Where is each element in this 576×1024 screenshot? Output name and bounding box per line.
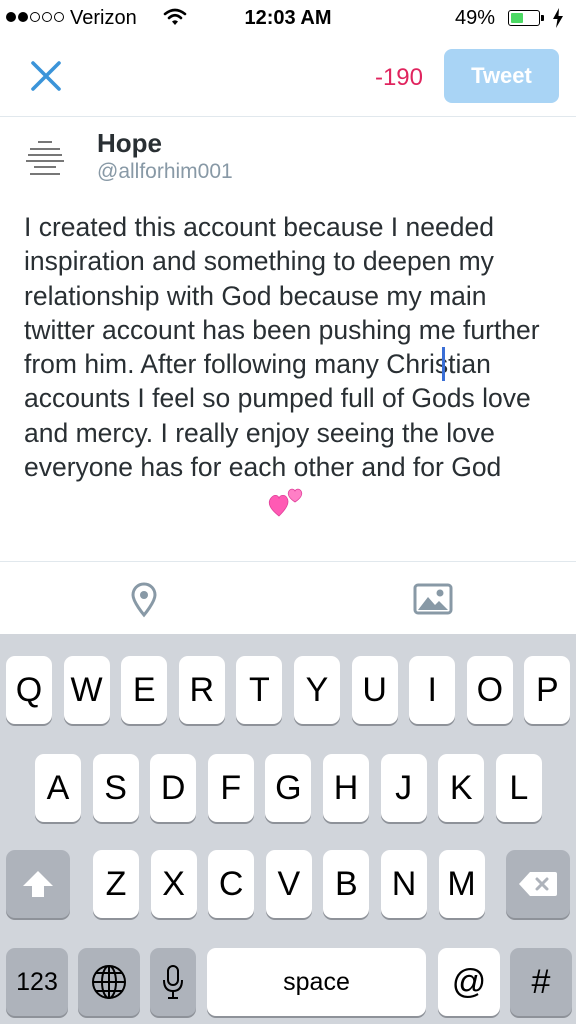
- key-z[interactable]: Z: [93, 850, 139, 918]
- status-bar: Verizon 12:03 AM 49%: [0, 0, 576, 36]
- key-b[interactable]: B: [323, 850, 370, 918]
- key-w[interactable]: W: [63, 656, 110, 724]
- key-d[interactable]: D: [150, 754, 197, 822]
- key-x[interactable]: X: [150, 850, 197, 918]
- key-g[interactable]: G: [265, 754, 312, 822]
- key-j[interactable]: J: [380, 754, 427, 822]
- key-t[interactable]: T: [236, 656, 283, 724]
- key-v[interactable]: V: [265, 850, 312, 918]
- key-q[interactable]: Q: [6, 656, 52, 724]
- delete-key[interactable]: [506, 850, 570, 918]
- key-f[interactable]: F: [207, 754, 254, 822]
- key-h[interactable]: H: [323, 754, 369, 822]
- two-hearts-emoji: [268, 485, 304, 519]
- key-k[interactable]: K: [438, 754, 485, 822]
- globe-key[interactable]: [78, 948, 140, 1016]
- account-name: Hope: [97, 128, 162, 158]
- bolt-icon: [552, 8, 564, 34]
- key-l[interactable]: L: [495, 754, 542, 822]
- photo-icon[interactable]: [413, 583, 453, 615]
- at-key[interactable]: @: [438, 948, 500, 1016]
- key-e[interactable]: E: [121, 656, 168, 724]
- tweet-text-area[interactable]: I created this account because I needed …: [24, 210, 564, 484]
- tweet-button[interactable]: Tweet: [444, 49, 559, 103]
- character-counter: -190: [374, 64, 423, 91]
- key-p[interactable]: P: [524, 656, 571, 724]
- location-pin-icon[interactable]: [131, 582, 157, 618]
- hash-key[interactable]: #: [510, 948, 572, 1016]
- tweet-text: I created this account because I needed …: [24, 212, 540, 483]
- globe-icon: [92, 965, 126, 999]
- key-n[interactable]: N: [381, 850, 427, 918]
- key-m[interactable]: M: [438, 850, 485, 918]
- text-cursor: [442, 347, 445, 381]
- key-i[interactable]: I: [409, 656, 456, 724]
- microphone-icon: [163, 965, 183, 999]
- battery-percent: 49%: [455, 7, 496, 29]
- compose-header: -190 Tweet: [0, 36, 576, 116]
- key-o[interactable]: O: [466, 656, 513, 724]
- key-c[interactable]: C: [208, 850, 255, 918]
- space-key[interactable]: space: [207, 948, 426, 1016]
- onscreen-keyboard: QWERTYUIOP ASDFGHJKL ZXCVBNM 123 space @…: [0, 634, 576, 1024]
- key-y[interactable]: Y: [294, 656, 340, 724]
- key-a[interactable]: A: [35, 754, 81, 822]
- key-r[interactable]: R: [178, 656, 225, 724]
- avatar: [22, 133, 68, 183]
- divider: [0, 116, 576, 117]
- backspace-icon: [519, 872, 557, 896]
- key-u[interactable]: U: [351, 656, 398, 724]
- account-handle: @allforhim001: [97, 160, 233, 183]
- battery-icon: [508, 10, 540, 26]
- divider: [0, 561, 576, 562]
- shift-arrow-icon: [23, 871, 53, 897]
- shift-key[interactable]: [6, 850, 70, 918]
- battery-cap: [541, 15, 544, 21]
- key-s[interactable]: S: [92, 754, 139, 822]
- battery-level: [510, 12, 524, 23]
- dictation-key[interactable]: [150, 948, 196, 1016]
- numbers-key[interactable]: 123: [6, 948, 68, 1016]
